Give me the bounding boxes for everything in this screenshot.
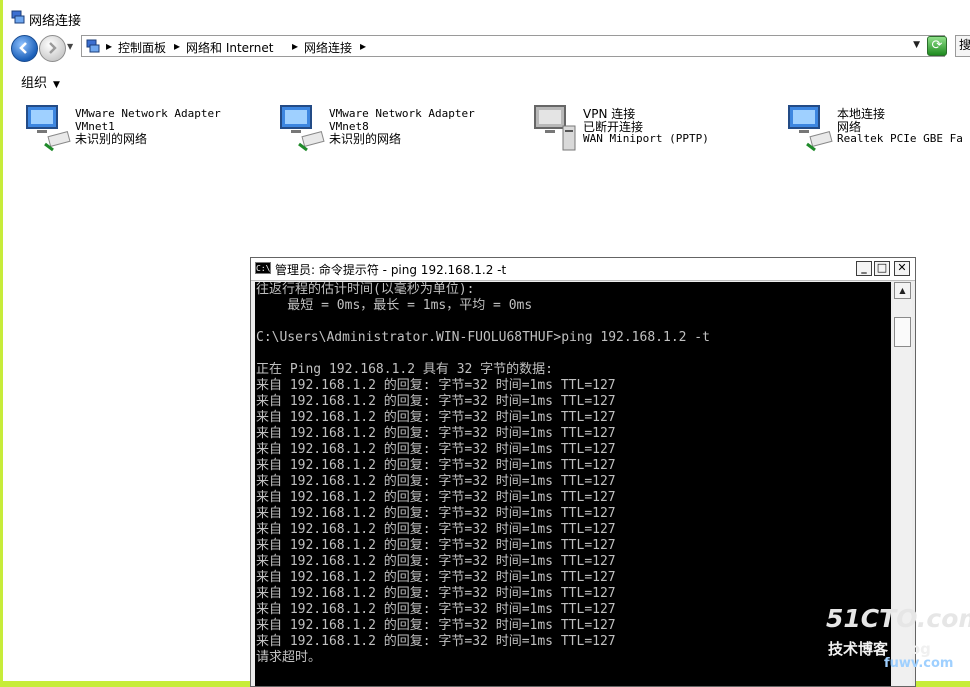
adapter-status: Realtek PCIe GBE Fa	[837, 132, 963, 145]
back-button[interactable]	[11, 35, 38, 62]
search-input[interactable]: 搜	[955, 35, 970, 57]
console-line: 来自 192.168.1.2 的回复: 字节=32 时间=1ms TTL=127	[256, 490, 616, 505]
adapter-vpn[interactable]: VPN 连接 已断开连接 WAN Miniport (PPTP)	[531, 104, 771, 152]
recent-pages-dropdown[interactable]: ▼	[67, 42, 73, 51]
search-placeholder: 搜	[959, 38, 970, 52]
watermark: 51CTO.com 技术博客 Blog fuwv.com	[826, 604, 970, 680]
breadcrumb-separator[interactable]: ▸	[174, 39, 180, 53]
console-line: 来自 192.168.1.2 的回复: 字节=32 时间=1ms TTL=127	[256, 586, 616, 601]
maximize-icon: □	[876, 261, 888, 274]
console-line: C:\Users\Administrator.WIN-FUOLU68THUF>p…	[256, 330, 710, 345]
console-line: 来自 192.168.1.2 的回复: 字节=32 时间=1ms TTL=127	[256, 426, 616, 441]
cmd-title: 管理员: 命令提示符 - ping 192.168.1.2 -t	[275, 263, 507, 277]
adapter-name: VMware Network Adapter	[75, 107, 221, 120]
adapter-name: VMware Network Adapter	[329, 107, 475, 120]
adapter-label: VMware Network Adapter VMnet8 未识别的网络	[329, 107, 475, 146]
breadcrumb-separator[interactable]: ▸	[106, 39, 112, 53]
address-row: ▼ ▸ 控制面板 ▸ 网络和 Internet ▸ 网络连接 ▸ ▼ ⟳ 搜	[3, 33, 970, 62]
breadcrumb-network-internet[interactable]: 网络和 Internet	[186, 39, 273, 56]
console-line: 来自 192.168.1.2 的回复: 字节=32 时间=1ms TTL=127	[256, 378, 616, 393]
address-history-dropdown[interactable]: ▼	[913, 40, 920, 50]
console-line: 来自 192.168.1.2 的回复: 字节=32 时间=1ms TTL=127	[256, 570, 616, 585]
console-line: 来自 192.168.1.2 的回复: 字节=32 时间=1ms TTL=127	[256, 442, 616, 457]
console-line: 来自 192.168.1.2 的回复: 字节=32 时间=1ms TTL=127	[256, 394, 616, 409]
command-bar: 组织 ▼	[3, 62, 970, 96]
adapter-vmnet1[interactable]: VMware Network Adapter VMnet1 未识别的网络	[23, 104, 263, 152]
console-line: 请求超时。	[256, 650, 322, 665]
console-line: 来自 192.168.1.2 的回复: 字节=32 时间=1ms TTL=127	[256, 634, 616, 649]
adapter-vmnet8[interactable]: VMware Network Adapter VMnet8 未识别的网络	[277, 104, 517, 152]
control-panel-icon	[86, 39, 100, 53]
console-line: 最短 = 0ms，最长 = 1ms，平均 = 0ms	[256, 298, 533, 313]
console-line: 来自 192.168.1.2 的回复: 字节=32 时间=1ms TTL=127	[256, 602, 616, 617]
console-line: 来自 192.168.1.2 的回复: 字节=32 时间=1ms TTL=127	[256, 554, 616, 569]
maximize-button[interactable]: □	[874, 261, 890, 276]
organize-menu[interactable]: 组织 ▼	[21, 72, 60, 91]
watermark-sub-text: 技术博客	[828, 640, 889, 658]
console-line: 来自 192.168.1.2 的回复: 字节=32 时间=1ms TTL=127	[256, 538, 616, 553]
window-title: 网络连接	[29, 14, 82, 29]
scroll-up-button[interactable]: ▲	[894, 282, 911, 299]
close-button[interactable]: ✕	[894, 261, 910, 276]
console-line: 来自 192.168.1.2 的回复: 字节=32 时间=1ms TTL=127	[256, 458, 616, 473]
arrow-right-icon	[49, 42, 57, 54]
refresh-button[interactable]: ⟳	[927, 36, 947, 56]
console-line: 来自 192.168.1.2 的回复: 字节=32 时间=1ms TTL=127	[256, 474, 616, 489]
console-output[interactable]: 往返行程的估计时间(以毫秒为单位): 最短 = 0ms，最长 = 1ms，平均 …	[255, 282, 891, 686]
adapter-label: VPN 连接 已断开连接 WAN Miniport (PPTP)	[583, 108, 709, 146]
scroll-thumb[interactable]	[894, 317, 911, 347]
window-titlebar: 网络连接	[3, 0, 970, 33]
breadcrumb-control-panel[interactable]: 控制面板	[118, 39, 166, 56]
adapter-name: 本地连接	[837, 107, 886, 121]
adapter-status: WAN Miniport (PPTP)	[583, 132, 709, 145]
triangle-up-icon: ▲	[899, 286, 906, 295]
close-icon: ✕	[897, 261, 907, 274]
adapter-status: 未识别的网络	[75, 132, 148, 146]
chevron-down-icon: ▼	[53, 80, 60, 90]
organize-label: 组织	[21, 76, 48, 91]
console-line: 正在 Ping 192.168.1.2 具有 32 字节的数据:	[256, 362, 554, 377]
network-connections-icon	[11, 10, 25, 24]
arrow-left-icon	[19, 42, 27, 54]
cmd-titlebar[interactable]: C:\ 管理员: 命令提示符 - ping 192.168.1.2 -t _ □…	[251, 258, 915, 281]
console-line: 来自 192.168.1.2 的回复: 字节=32 时间=1ms TTL=127	[256, 506, 616, 521]
cmd-app-icon[interactable]: C:\	[255, 262, 271, 274]
network-adapter-icon	[788, 105, 833, 152]
minimize-button[interactable]: _	[856, 261, 872, 276]
console-line: 来自 192.168.1.2 的回复: 字节=32 时间=1ms TTL=127	[256, 618, 616, 633]
adapter-name: VPN 连接	[583, 107, 636, 121]
watermark-logo: 51CTO.com	[826, 604, 970, 633]
adapter-status: 未识别的网络	[329, 132, 402, 146]
vpn-adapter-icon	[534, 105, 576, 151]
forward-button[interactable]	[39, 35, 66, 62]
adapter-label: 本地连接 网络 Realtek PCIe GBE Fa	[837, 108, 963, 146]
breadcrumb-separator[interactable]: ▸	[292, 39, 298, 53]
network-adapter-icon	[280, 105, 325, 152]
console-line: 往返行程的估计时间(以毫秒为单位):	[256, 282, 475, 297]
watermark-url: fuwv.com	[884, 656, 954, 671]
console-line: 来自 192.168.1.2 的回复: 字节=32 时间=1ms TTL=127	[256, 522, 616, 537]
adapter-local[interactable]: 本地连接 网络 Realtek PCIe GBE Fa	[785, 104, 970, 152]
network-adapter-icon	[26, 105, 71, 152]
breadcrumb-network-connections[interactable]: 网络连接	[304, 39, 352, 56]
breadcrumb-separator[interactable]: ▸	[360, 39, 366, 53]
console-line: 来自 192.168.1.2 的回复: 字节=32 时间=1ms TTL=127	[256, 410, 616, 425]
adapter-label: VMware Network Adapter VMnet1 未识别的网络	[75, 107, 221, 146]
refresh-icon: ⟳	[931, 38, 943, 53]
cmd-window[interactable]: C:\ 管理员: 命令提示符 - ping 192.168.1.2 -t _ □…	[250, 257, 916, 687]
minimize-icon: _	[861, 261, 867, 274]
address-bar[interactable]: ▸ 控制面板 ▸ 网络和 Internet ▸ 网络连接 ▸ ▼	[81, 35, 945, 57]
